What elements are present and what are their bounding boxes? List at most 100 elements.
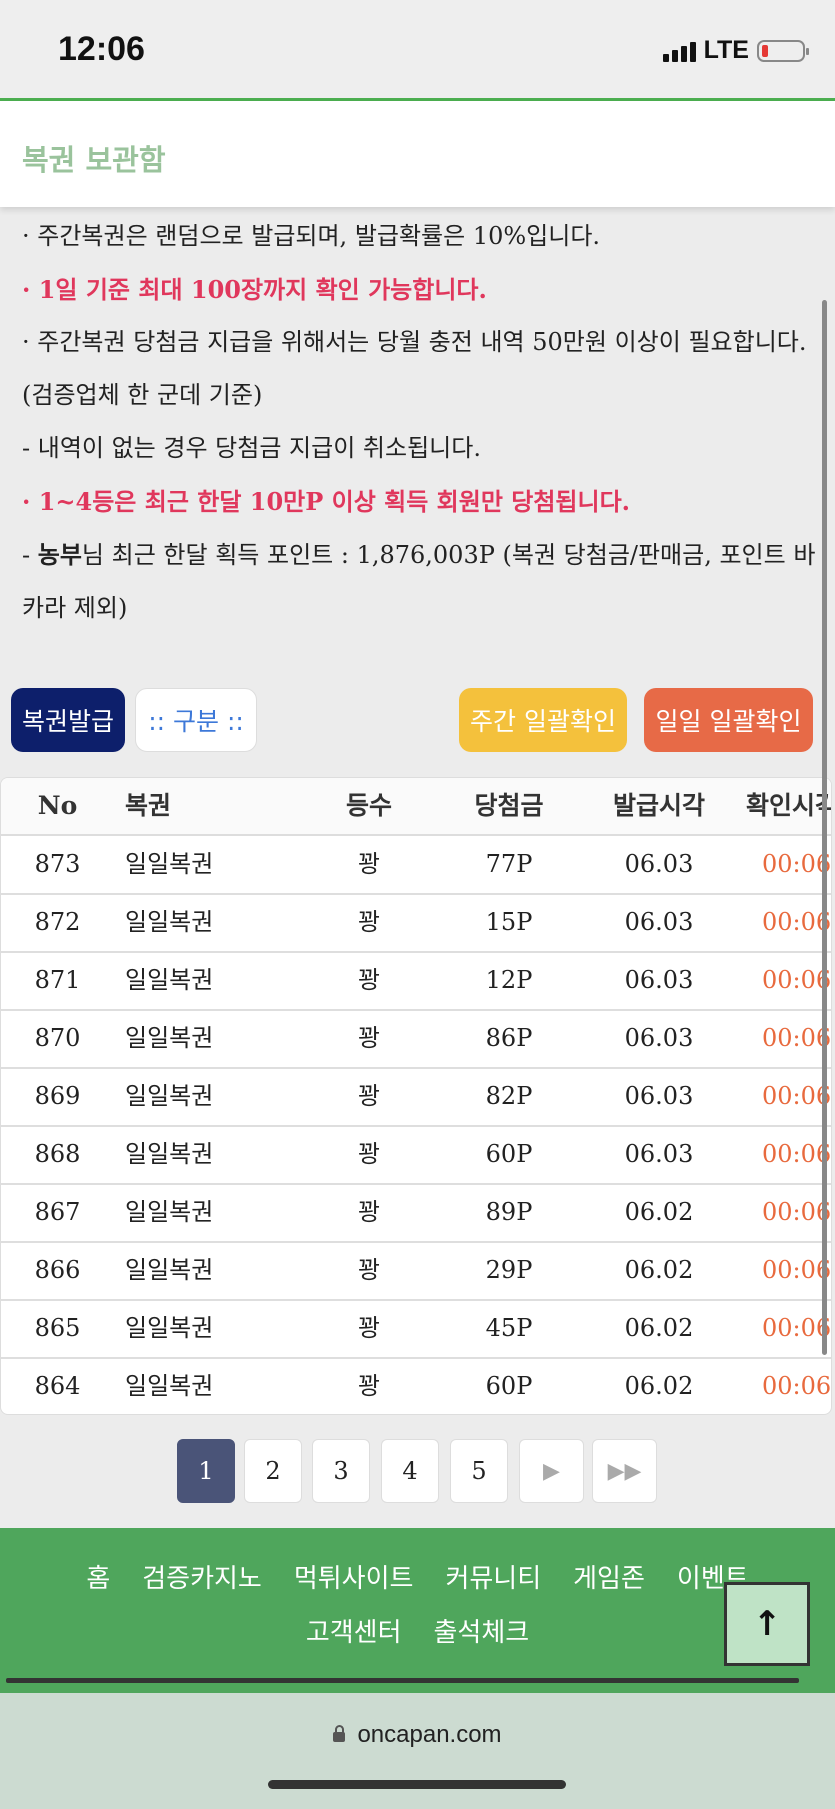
page-2-button[interactable]: 2 <box>244 1439 302 1503</box>
site-footer: 홈 검증카지노 먹튀사이트 커뮤니티 게임존 이벤트 고객센터 출석체크 <box>0 1528 835 1693</box>
footer-link-support[interactable]: 고객센터 <box>306 1618 402 1648</box>
arrow-up-icon: ↑ <box>752 1604 782 1644</box>
table-row: 864 일일복권 꽝 60P 06.02 00:06 <box>1 1358 832 1414</box>
cell-prize: 12P <box>485 966 533 994</box>
cell-prize: 77P <box>485 850 533 878</box>
footer-nav: 홈 검증카지노 먹튀사이트 커뮤니티 게임존 이벤트 고객센터 출석체크 <box>0 1552 835 1660</box>
header-prize: 당첨금 <box>474 791 544 820</box>
footer-link-game-zone[interactable]: 게임존 <box>573 1564 645 1594</box>
cell-ticket: 일일복권 <box>125 1256 214 1284</box>
cell-prize: 15P <box>485 908 533 936</box>
next-arrow-icon: ▶ <box>543 1458 560 1484</box>
header-rank: 등수 <box>345 791 392 820</box>
cell-prize: 29P <box>485 1256 533 1284</box>
points-notice: - 농부님 최근 한달 획득 포인트 : 1,876,003P (복권 당첨금/… <box>22 528 817 635</box>
cell-no: 866 <box>34 1256 81 1284</box>
points-summary: 님 최근 한달 획득 포인트 : 1,876,003P (복권 당첨금/판매금,… <box>22 541 816 622</box>
table-row: 872 일일복권 꽝 15P 06.03 00:06 <box>1 894 831 953</box>
footer-link-verified-casino[interactable]: 검증카지노 <box>142 1564 262 1594</box>
cell-checked: 00:06 <box>762 1372 832 1400</box>
home-indicator[interactable] <box>268 1780 566 1789</box>
cell-ticket: 일일복권 <box>125 1198 214 1226</box>
cell-no: 867 <box>34 1198 81 1226</box>
cell-checked: 00:06 <box>762 966 832 994</box>
notice-list: · 주간복권은 랜덤으로 발급되며, 발급확률은 10%입니다. · 1일 기준… <box>22 210 817 635</box>
page-4-button[interactable]: 4 <box>381 1439 439 1503</box>
weekly-check-all-button[interactable]: 주간 일괄확인 <box>459 688 627 752</box>
signal-icon <box>662 40 696 62</box>
page-scrollbar[interactable] <box>822 300 827 1355</box>
page-3-button[interactable]: 3 <box>312 1439 370 1503</box>
cell-no: 873 <box>34 850 81 878</box>
next-page-button[interactable]: ▶ <box>519 1439 584 1503</box>
cell-issued: 06.02 <box>624 1198 694 1226</box>
notice-item-highlight: · 1일 기준 최대 100장까지 확인 가능합니다. <box>22 275 487 304</box>
table-row: 873 일일복권 꽝 77P 06.03 00:06 <box>1 836 831 895</box>
cell-no: 871 <box>34 966 81 994</box>
cell-ticket: 일일복권 <box>125 850 214 878</box>
header-issued: 발급시각 <box>612 791 705 820</box>
cell-no: 872 <box>34 908 81 936</box>
page-1-button[interactable]: 1 <box>177 1439 235 1503</box>
cell-rank: 꽝 <box>357 966 381 994</box>
footer-link-attendance[interactable]: 출석체크 <box>434 1618 530 1648</box>
cell-checked: 00:06 <box>762 1082 832 1110</box>
cell-prize: 60P <box>485 1372 533 1400</box>
cell-issued: 06.03 <box>624 1082 694 1110</box>
category-select[interactable]: :: 구분 :: <box>135 688 257 752</box>
battery-icon <box>757 39 809 62</box>
footer-link-community[interactable]: 커뮤니티 <box>445 1564 541 1594</box>
cell-rank: 꽝 <box>357 1314 381 1342</box>
cell-rank: 꽝 <box>357 1256 381 1284</box>
cell-prize: 60P <box>485 1140 533 1168</box>
user-name: 농부 <box>37 540 82 569</box>
cell-rank: 꽝 <box>357 1082 381 1110</box>
footer-link-home[interactable]: 홈 <box>86 1564 110 1594</box>
points-prefix: - <box>22 541 38 569</box>
cell-rank: 꽝 <box>357 1198 381 1226</box>
cell-issued: 06.03 <box>624 850 694 878</box>
footer-link-scam-sites[interactable]: 먹튀사이트 <box>294 1564 414 1594</box>
table-row: 871 일일복권 꽝 12P 06.03 00:06 <box>1 952 831 1011</box>
table-row: 869 일일복권 꽝 82P 06.03 00:06 <box>1 1068 831 1127</box>
notice-item: - 내역이 없는 경우 당첨금 지급이 취소됩니다. <box>22 434 481 462</box>
issue-ticket-button[interactable]: 복권발급 <box>11 688 125 752</box>
browser-url-bar[interactable]: oncapan.com <box>0 1693 835 1809</box>
notice-item: · 주간복권은 랜덤으로 발급되며, 발급확률은 10%입니다. <box>22 222 601 250</box>
ticket-table: No 복권 등수 당첨금 발급시각 확인시각 873 일일복권 꽝 77P 06… <box>0 777 832 1415</box>
cell-issued: 06.03 <box>624 1140 694 1168</box>
cell-prize: 45P <box>485 1314 533 1342</box>
table-header: No 복권 등수 당첨금 발급시각 확인시각 <box>1 778 831 836</box>
cell-prize: 86P <box>485 1024 533 1052</box>
cell-checked: 00:06 <box>762 1256 832 1284</box>
cell-checked: 00:06 <box>762 1198 832 1226</box>
cell-issued: 06.03 <box>624 966 694 994</box>
header-checked: 확인시각 <box>746 791 832 820</box>
last-page-button[interactable]: ▶▶ <box>592 1439 657 1503</box>
scroll-to-top-button[interactable]: ↑ <box>724 1582 810 1666</box>
table-row: 866 일일복권 꽝 29P 06.02 00:06 <box>1 1242 831 1301</box>
header-ticket: 복권 <box>125 791 172 820</box>
cell-checked: 00:06 <box>762 1314 832 1342</box>
page-header: 복권 보관함 <box>0 101 835 207</box>
cell-rank: 꽝 <box>357 1024 381 1052</box>
cell-checked: 00:06 <box>762 850 832 878</box>
cell-prize: 89P <box>485 1198 533 1226</box>
header-no: No <box>37 791 78 820</box>
daily-check-all-button[interactable]: 일일 일괄확인 <box>644 688 813 752</box>
cell-ticket: 일일복권 <box>125 966 214 994</box>
cell-issued: 06.02 <box>624 1314 694 1342</box>
url-display[interactable]: oncapan.com <box>0 1721 835 1749</box>
cell-no: 865 <box>34 1314 81 1342</box>
cell-issued: 06.03 <box>624 1024 694 1052</box>
cell-rank: 꽝 <box>357 908 381 936</box>
status-bar: 12:06 LTE <box>0 0 835 98</box>
status-time: 12:06 <box>58 30 145 68</box>
cell-checked: 00:06 <box>762 1024 832 1052</box>
page-5-button[interactable]: 5 <box>450 1439 508 1503</box>
cell-checked: 00:06 <box>762 908 832 936</box>
cell-no: 870 <box>34 1024 81 1052</box>
cell-prize: 82P <box>485 1082 533 1110</box>
table-row: 865 일일복권 꽝 45P 06.02 00:06 <box>1 1300 831 1359</box>
notice-item: · 주간복권 당첨금 지급을 위해서는 당월 충전 내역 50만원 이상이 필요… <box>22 328 807 409</box>
